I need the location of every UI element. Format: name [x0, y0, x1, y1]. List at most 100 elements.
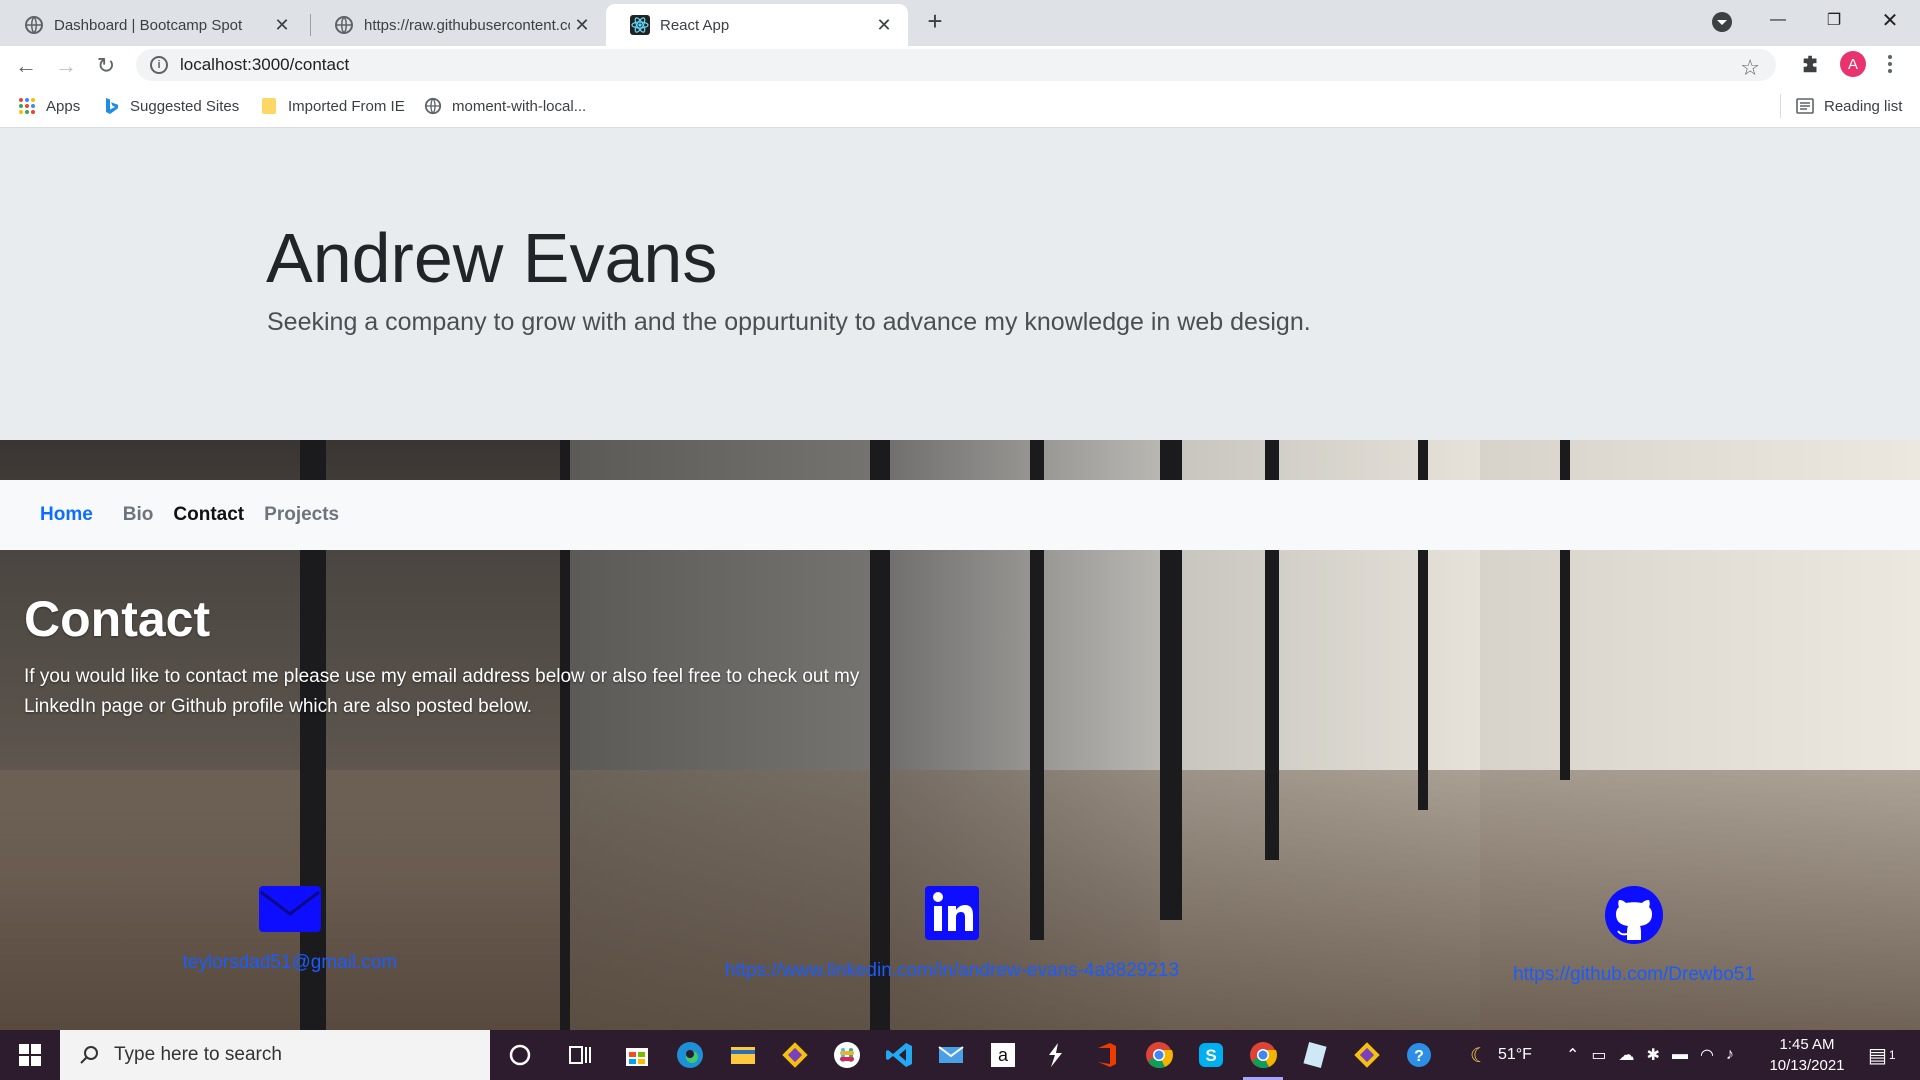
- cortana-icon[interactable]: [505, 1040, 535, 1070]
- web-page: Andrew Evans Seeking a company to grow w…: [0, 128, 1920, 1030]
- contact-section: Contact If you would like to contact me …: [24, 590, 884, 722]
- nav-projects-link[interactable]: Projects: [264, 504, 339, 526]
- chrome-active-icon[interactable]: [1248, 1040, 1278, 1070]
- back-button[interactable]: ←: [10, 50, 42, 82]
- start-button[interactable]: [0, 1030, 60, 1080]
- reload-button[interactable]: ↻: [90, 50, 122, 82]
- tab-search-icon[interactable]: [1710, 10, 1734, 34]
- reading-list-icon: [1796, 98, 1814, 114]
- git-tool-icon[interactable]: [1352, 1040, 1382, 1070]
- profile-avatar[interactable]: A: [1840, 51, 1866, 77]
- tab-strip: Dashboard | Bootcamp Spot ✕ https://raw.…: [0, 0, 1920, 46]
- bookmarks-divider: [1780, 94, 1781, 118]
- bookmark-imported-from-ie[interactable]: Imported From IE: [260, 94, 405, 118]
- notification-icon: ▤: [1868, 1044, 1887, 1067]
- office-icon[interactable]: [1092, 1040, 1122, 1070]
- github-contact: https://github.com/Drewbo51: [1384, 886, 1884, 986]
- bing-icon: [106, 98, 118, 114]
- tab-title: https://raw.githubusercontent.co: [364, 16, 570, 34]
- cloud-icon[interactable]: ☁: [1619, 1045, 1635, 1065]
- address-bar[interactable]: i localhost:3000/contact ☆: [136, 49, 1776, 81]
- email-link[interactable]: teylorsdad51@gmail.com: [183, 952, 398, 973]
- window-close-button[interactable]: ✕: [1862, 0, 1918, 40]
- github-link[interactable]: https://github.com/Drewbo51: [1513, 964, 1755, 985]
- svg-text:a: a: [998, 1045, 1009, 1065]
- weather-widget[interactable]: ☾ 51°F: [1470, 1030, 1532, 1080]
- bookmark-moment[interactable]: moment-with-local...: [424, 94, 586, 118]
- reading-list-label: Reading list: [1824, 97, 1903, 115]
- tool-s-icon[interactable]: [1040, 1040, 1070, 1070]
- close-icon[interactable]: ✕: [270, 13, 294, 37]
- battery-icon[interactable]: ▬: [1672, 1046, 1688, 1064]
- vscode-icon[interactable]: [884, 1040, 914, 1070]
- tab-title: React App: [660, 16, 730, 34]
- contact-description: If you would like to contact me please u…: [24, 666, 860, 717]
- windows-taskbar: Type here to search a S ? ☾ 51°F ⌃ ▭ ☁ ✱…: [0, 1030, 1920, 1080]
- notification-center-button[interactable]: ▤ 1: [1868, 1030, 1896, 1080]
- app-tray-icon[interactable]: ✱: [1647, 1045, 1660, 1065]
- email-contact: teylorsdad51@gmail.com: [40, 886, 540, 974]
- bookmark-label: Imported From IE: [288, 97, 405, 115]
- windows-logo-icon: [19, 1044, 41, 1066]
- tab-react-app[interactable]: React App ✕: [606, 4, 908, 46]
- close-icon[interactable]: ✕: [570, 13, 594, 37]
- reading-list-button[interactable]: Reading list: [1796, 94, 1902, 118]
- help-icon[interactable]: ?: [1404, 1040, 1434, 1070]
- bookmark-label: moment-with-local...: [452, 97, 587, 115]
- wifi-icon[interactable]: ◠: [1700, 1045, 1714, 1065]
- tab-bootcamp-spot[interactable]: Dashboard | Bootcamp Spot ✕: [0, 4, 306, 46]
- globe-icon: [25, 16, 43, 34]
- linkedin-link[interactable]: https://www.linkedin.com/in/andrew-evans…: [725, 960, 1179, 981]
- bookmark-star-icon[interactable]: ☆: [1740, 55, 1760, 81]
- taskbar-clock[interactable]: 1:45 AM 10/13/2021: [1762, 1034, 1852, 1076]
- moon-icon: ☾: [1470, 1044, 1488, 1067]
- new-tab-button[interactable]: +: [920, 6, 950, 36]
- taskbar-search-placeholder: Type here to search: [114, 1044, 282, 1065]
- microsoft-store-icon[interactable]: [622, 1040, 652, 1070]
- task-view-icon[interactable]: [565, 1040, 595, 1070]
- browser-toolbar: ← → ↻ i localhost:3000/contact ☆: [0, 46, 1920, 84]
- envelope-icon: [259, 886, 321, 932]
- nav-bio-link[interactable]: Bio: [123, 504, 154, 526]
- notepad-icon[interactable]: [1300, 1040, 1330, 1070]
- search-icon: [80, 1046, 98, 1064]
- contact-heading: Contact: [24, 591, 211, 647]
- globe-icon: [335, 16, 353, 34]
- minimize-button[interactable]: —: [1750, 0, 1806, 40]
- svg-text:S: S: [1205, 1046, 1216, 1065]
- browser-menu-icon[interactable]: [1882, 50, 1898, 78]
- notification-count: 1: [1888, 1048, 1896, 1062]
- close-icon[interactable]: ✕: [872, 13, 896, 37]
- chevron-up-icon[interactable]: ⌃: [1566, 1045, 1579, 1065]
- extensions-puzzle-icon[interactable]: [1800, 53, 1822, 75]
- bookmark-suggested-sites[interactable]: Suggested Sites: [102, 94, 239, 118]
- nav-contact-link[interactable]: Contact: [173, 504, 244, 526]
- nav-home-link[interactable]: Home: [40, 504, 93, 526]
- site-info-icon[interactable]: i: [150, 56, 168, 74]
- volume-icon[interactable]: ♪: [1726, 1046, 1734, 1064]
- file-explorer-icon[interactable]: [728, 1040, 758, 1070]
- svg-text:?: ?: [1414, 1048, 1424, 1065]
- mail-icon[interactable]: [936, 1040, 966, 1070]
- tab-raw-github[interactable]: https://raw.githubusercontent.co ✕: [310, 4, 606, 46]
- skype-icon[interactable]: S: [1196, 1040, 1226, 1070]
- taskbar-search-box[interactable]: Type here to search: [60, 1030, 490, 1080]
- amazon-icon[interactable]: a: [988, 1040, 1018, 1070]
- slack-icon[interactable]: [832, 1040, 862, 1070]
- globe-icon: [424, 97, 442, 115]
- page-title: Andrew Evans: [266, 219, 718, 297]
- restore-button[interactable]: ❐: [1806, 0, 1862, 40]
- forward-button[interactable]: →: [50, 50, 82, 82]
- git-tool-icon[interactable]: [780, 1040, 810, 1070]
- page-tagline: Seeking a company to grow with and the o…: [267, 308, 1311, 336]
- bookmark-apps[interactable]: Apps: [18, 94, 80, 118]
- edge-icon[interactable]: [675, 1040, 705, 1070]
- device-icon[interactable]: ▭: [1591, 1045, 1606, 1065]
- bookmark-label: Apps: [46, 97, 81, 115]
- chrome-icon[interactable]: [1144, 1040, 1174, 1070]
- github-icon: [1605, 886, 1663, 944]
- react-icon: [630, 15, 650, 35]
- clock-date: 10/13/2021: [1769, 1057, 1845, 1074]
- folder-icon: [262, 98, 276, 114]
- clock-time: 1:45 AM: [1779, 1036, 1835, 1053]
